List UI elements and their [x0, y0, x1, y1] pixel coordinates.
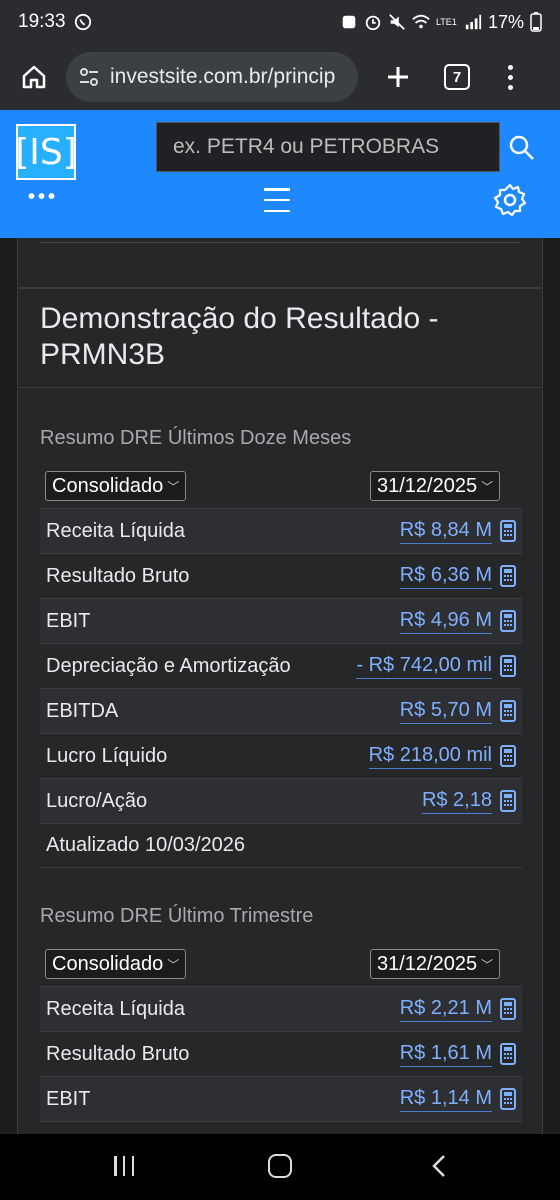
quarter-table: Receita Líquida R$ 2,21 M Resultado Brut… — [40, 986, 522, 1134]
wifi-icon — [412, 14, 430, 29]
browser-toolbar: investsite.com.br/princip 7 — [0, 44, 560, 110]
calculator-icon[interactable] — [500, 790, 516, 812]
quarter-date-value: 31/12/2025 — [377, 952, 478, 975]
browser-menu-button[interactable] — [500, 57, 520, 97]
home-nav-button[interactable] — [268, 1154, 292, 1178]
search-input[interactable] — [173, 135, 483, 159]
row-value-link[interactable]: R$ 1,61 M — [399, 1042, 492, 1067]
table-row: EBIT R$ 4,96 M — [40, 598, 522, 643]
page-content: Demonstração do Resultado - PRMN3B Resum… — [0, 238, 560, 1134]
signal-icon — [465, 14, 482, 30]
chevron-down-icon: ﹀ — [481, 479, 494, 494]
row-label: EBIT — [46, 609, 91, 632]
row-label: Depreciação e Amortização — [46, 654, 291, 677]
table-row: Receita Líquida R$ 8,84 M — [40, 508, 522, 553]
gear-icon[interactable] — [492, 182, 528, 218]
table-row: EBIT R$ 1,14 M — [40, 1076, 522, 1121]
page-title: Demonstração do Resultado - PRMN3B — [18, 289, 542, 388]
row-value-link[interactable]: R$ 1,14 M — [399, 1087, 492, 1112]
calculator-icon[interactable] — [500, 520, 516, 542]
row-label: Lucro/Ação — [46, 789, 148, 812]
alarm-icon — [365, 15, 381, 31]
calculator-icon[interactable] — [500, 565, 516, 587]
calculator-icon[interactable] — [500, 700, 516, 722]
recycle-icon — [342, 15, 356, 29]
table-row: Depreciação e Amortização - R$ 742,00 mi… — [40, 643, 522, 688]
row-label: Receita Líquida — [46, 997, 185, 1020]
ltm-date-select[interactable]: 31/12/2025 ﹀ — [370, 471, 501, 501]
more-options-button[interactable]: ••• — [28, 186, 58, 209]
chevron-down-icon: ﹀ — [167, 957, 180, 972]
calculator-icon[interactable] — [500, 745, 516, 767]
row-label: EBIT — [46, 1087, 91, 1110]
plus-icon — [388, 67, 408, 87]
address-bar[interactable]: investsite.com.br/princip — [66, 52, 358, 102]
chevron-down-icon: ﹀ — [167, 479, 180, 494]
quarter-type-select[interactable]: Consolidado ﹀ — [45, 949, 187, 979]
quarter-date-select[interactable]: 31/12/2025 ﹀ — [370, 949, 501, 979]
row-label: EBITDA — [46, 699, 119, 722]
table-row: Lucro/Ação R$ 2,18 — [40, 778, 522, 823]
mute-icon — [389, 14, 405, 30]
search-box[interactable] — [156, 122, 500, 172]
search-icon[interactable] — [506, 132, 538, 164]
previous-card — [17, 238, 543, 288]
url-text: investsite.com.br/princip — [110, 65, 336, 88]
lte-indicator: LTE1 — [435, 16, 457, 27]
table-row: Resultado Bruto R$ 6,36 M — [40, 553, 522, 598]
table-row-partial — [40, 1121, 522, 1134]
row-label: Resultado Bruto — [46, 1042, 190, 1065]
updated-date: Atualizado 10/03/2026 — [40, 823, 522, 868]
whatsapp-icon — [74, 13, 91, 31]
ltm-type-value: Consolidado — [52, 474, 164, 497]
row-value-link[interactable]: R$ 4,96 M — [399, 609, 492, 634]
row-label: Lucro Líquido — [46, 744, 168, 767]
row-value-link[interactable]: R$ 2,18 — [421, 789, 492, 814]
home-icon — [22, 65, 46, 89]
battery-icon — [530, 12, 542, 32]
site-logo[interactable]: [IS] — [15, 124, 77, 180]
home-button[interactable] — [14, 57, 54, 97]
tab-switcher-button[interactable]: 7 — [444, 64, 470, 90]
row-value-link[interactable]: R$ 8,84 M — [399, 519, 492, 544]
dre-card: Demonstração do Resultado - PRMN3B Resum… — [17, 288, 543, 1134]
calculator-icon[interactable] — [500, 998, 516, 1020]
back-icon[interactable] — [428, 1154, 452, 1178]
site-settings-icon[interactable] — [78, 66, 100, 88]
row-value-link[interactable]: - R$ 742,00 mil — [356, 654, 492, 679]
new-tab-button[interactable] — [378, 57, 418, 97]
hamburger-menu-button[interactable] — [264, 188, 290, 212]
calculator-icon[interactable] — [500, 610, 516, 632]
battery-percent: 17% — [487, 11, 524, 32]
row-value-link[interactable]: R$ 2,21 M — [399, 997, 492, 1022]
ltm-type-select[interactable]: Consolidado ﹀ — [45, 471, 187, 501]
table-row: EBITDA R$ 5,70 M — [40, 688, 522, 733]
calculator-icon[interactable] — [500, 655, 516, 677]
row-value-link[interactable]: R$ 5,70 M — [399, 699, 492, 724]
section-ltm-title: Resumo DRE Últimos Doze Meses — [40, 427, 352, 449]
ltm-table: Receita Líquida R$ 8,84 M Resultado Brut… — [40, 508, 522, 868]
site-header: [IS] ••• — [0, 110, 560, 238]
quarter-type-value: Consolidado — [52, 952, 164, 975]
table-row: Resultado Bruto R$ 1,61 M — [40, 1031, 522, 1076]
section-quarter-title: Resumo DRE Último Trimestre — [40, 905, 314, 927]
table-row: Lucro Líquido R$ 218,00 mil — [40, 733, 522, 778]
table-row: Receita Líquida R$ 2,21 M — [40, 986, 522, 1031]
recents-button[interactable] — [114, 1156, 134, 1176]
row-value-link[interactable]: R$ 218,00 mil — [368, 744, 492, 769]
row-value-link[interactable]: R$ 6,36 M — [399, 564, 492, 589]
calculator-icon[interactable] — [500, 1088, 516, 1110]
status-time: 19:33 — [18, 11, 66, 32]
row-label: Resultado Bruto — [46, 564, 190, 587]
system-nav-bar — [0, 1134, 560, 1200]
status-bar: 19:33 LTE1 17% — [0, 0, 560, 44]
row-label: Receita Líquida — [46, 519, 185, 542]
calculator-icon[interactable] — [500, 1043, 516, 1065]
chevron-down-icon: ﹀ — [481, 957, 494, 972]
ltm-date-value: 31/12/2025 — [377, 474, 478, 497]
